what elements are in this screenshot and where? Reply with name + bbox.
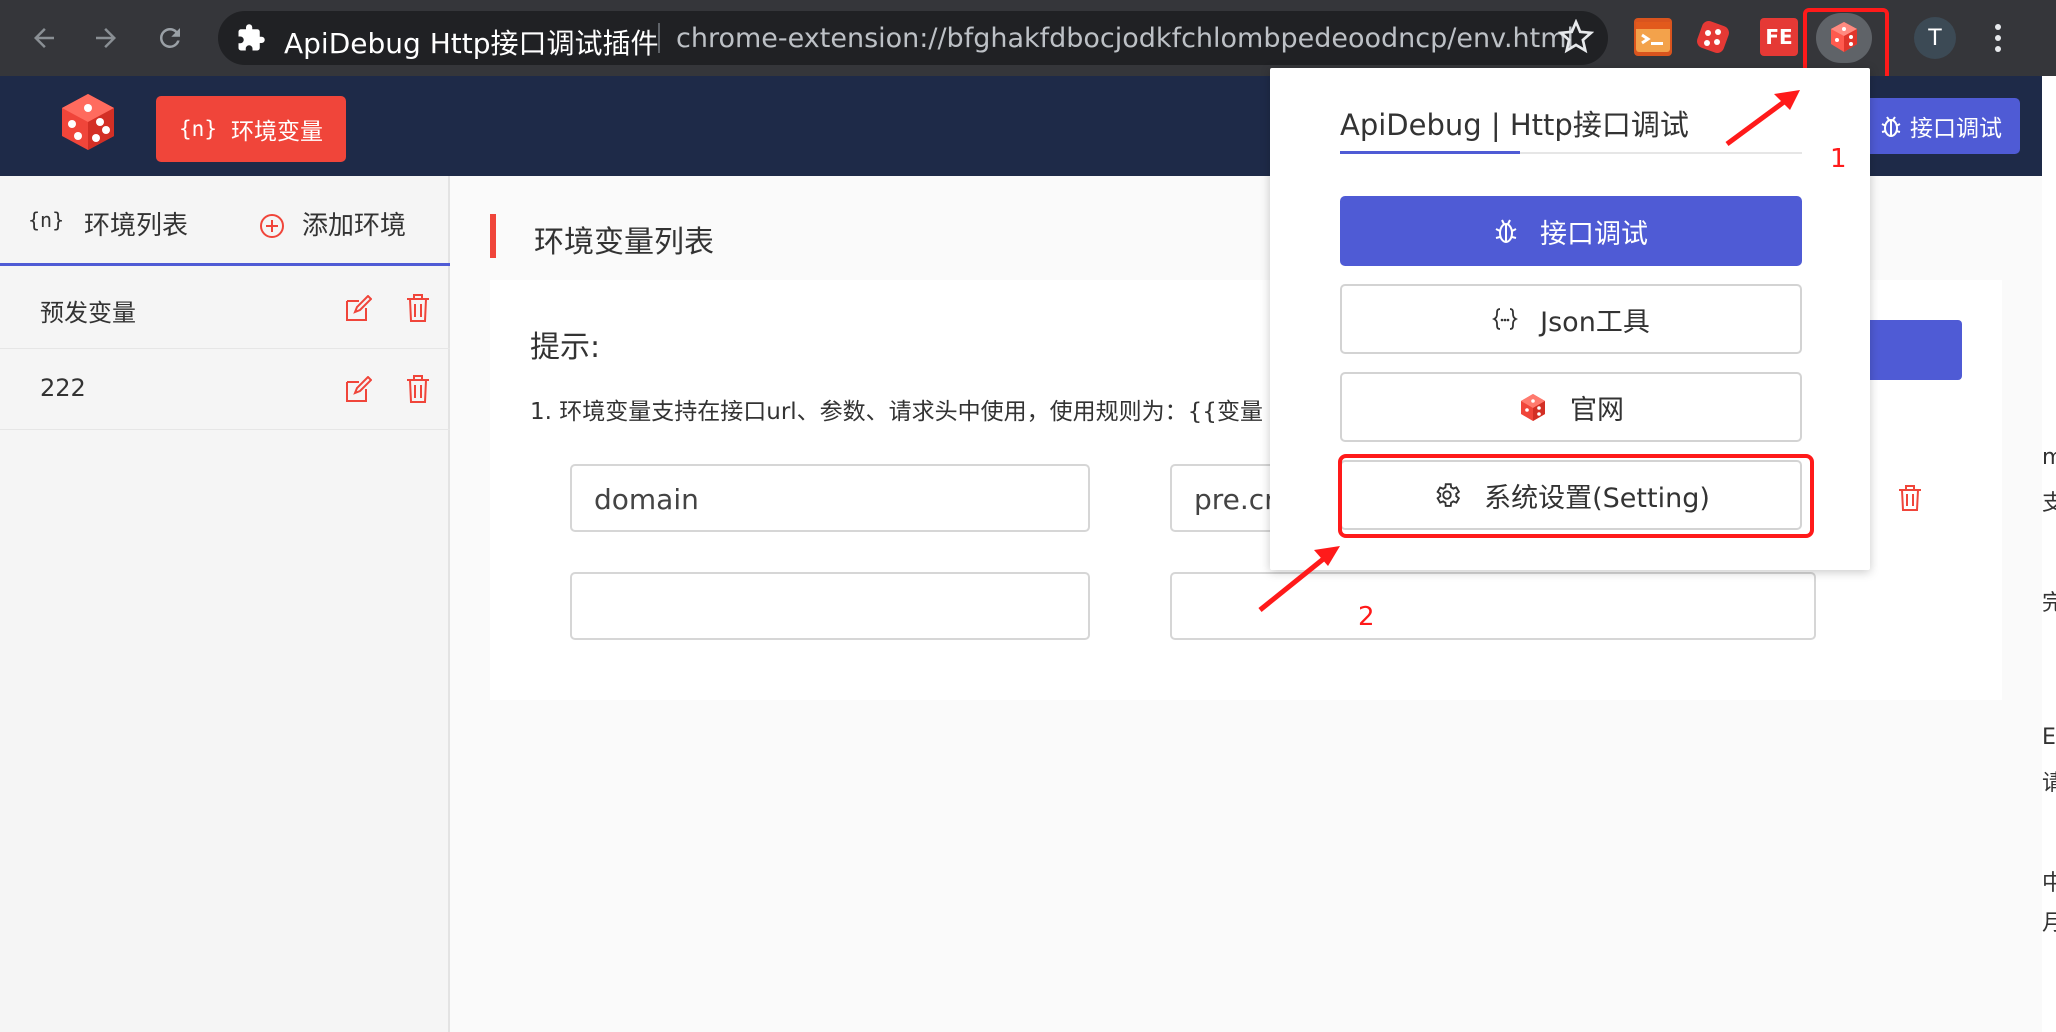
header-debug-label: 接口调试 (1910, 116, 2002, 142)
env-list-item[interactable]: 222 (0, 350, 450, 430)
variable-key-input[interactable]: domain (570, 464, 1090, 532)
popup-debug-button[interactable]: 接口调试 (1340, 196, 1802, 266)
url-text[interactable]: chrome-extension://bfghakfdbocjodkfchlom… (676, 23, 1574, 54)
tip-text: 1. 环境变量支持在接口url、参数、请求头中使用，使用规则为：{{变量 (530, 399, 1263, 425)
env-name: 222 (40, 374, 86, 402)
json-braces-icon (1492, 308, 1519, 330)
env-list-label: 环境列表 (84, 211, 189, 241)
fe-helper-extension-icon[interactable]: FE (1760, 18, 1798, 56)
step2-highlight-box (1338, 454, 1814, 538)
env-list-item[interactable]: 预发变量 (0, 269, 450, 349)
browser-toolbar: ApiDebug Http接口调试插件 chrome-extension://b… (0, 0, 2056, 81)
header-debug-button[interactable]: 接口调试 (1862, 98, 2020, 154)
variable-value-input[interactable] (1170, 572, 1816, 640)
add-circle-icon[interactable] (258, 212, 286, 240)
right-edge-content: m 支 完 E 请 中 月 (2042, 76, 2056, 1032)
add-env-button[interactable]: 添加环境 (302, 205, 406, 242)
cube-icon (1521, 394, 1545, 421)
terminal-extension-icon[interactable] (1634, 18, 1672, 56)
env-tab-label: 环境变量 (230, 119, 323, 145)
popup-title: ApiDebug | Http接口调试 (1340, 108, 1689, 142)
app-logo-icon (62, 94, 114, 150)
forward-icon[interactable] (86, 18, 126, 58)
env-variables-tab[interactable]: {n} 环境变量 (156, 96, 346, 162)
omnibox-separator (658, 23, 660, 53)
edge-text: 完 (2042, 591, 2056, 616)
page-title: ApiDebug Http接口调试插件 (284, 27, 659, 60)
page-heading: 环境变量列表 (534, 225, 714, 260)
edge-text: 支 (2042, 491, 2056, 516)
popup-tab-underline (1340, 151, 1802, 154)
trash-icon[interactable] (406, 293, 430, 323)
step2-number: 2 (1358, 602, 1375, 632)
edge-text: 请 (2042, 771, 2056, 796)
env-icon: {n} (179, 117, 217, 141)
env-sidebar: {n} 环境列表 添加环境 预发变量 222 (0, 176, 450, 1032)
profile-avatar[interactable]: T (1914, 17, 1956, 59)
popup-website-label: 官网 (1570, 394, 1624, 426)
edge-text: m (2042, 445, 2056, 470)
back-icon[interactable] (24, 18, 64, 58)
edge-text: 中 (2042, 871, 2056, 896)
edge-text: 月 (2042, 911, 2056, 936)
bug-icon (1495, 219, 1517, 243)
tip-title: 提示: (530, 330, 601, 365)
variable-key-input[interactable] (570, 572, 1090, 640)
title-accent-bar (490, 214, 496, 258)
bug-icon (1881, 116, 1901, 137)
popup-json-label: Json工具 (1540, 306, 1650, 338)
edit-icon[interactable] (344, 295, 372, 323)
reload-icon[interactable] (150, 18, 190, 58)
popup-json-tool-button[interactable]: Json工具 (1340, 284, 1802, 354)
bookmark-star-icon[interactable] (1558, 19, 1594, 55)
puzzle-icon (238, 24, 265, 51)
env-list-icon: {n} (28, 208, 65, 232)
popup-tab-active-indicator (1340, 151, 1520, 154)
edge-text: E (2042, 725, 2056, 750)
address-bar[interactable]: ApiDebug Http接口调试插件 chrome-extension://b… (218, 11, 1608, 65)
delete-row-icon[interactable] (1898, 484, 1922, 512)
dice-extension-icon[interactable] (1694, 18, 1732, 56)
env-name: 预发变量 (40, 299, 136, 327)
popup-website-button[interactable]: 官网 (1340, 372, 1802, 442)
popup-debug-label: 接口调试 (1540, 218, 1648, 250)
more-menu-icon[interactable] (1986, 18, 2010, 58)
trash-icon[interactable] (406, 374, 430, 404)
sidebar-header: {n} 环境列表 添加环境 (0, 176, 450, 266)
edit-icon[interactable] (344, 376, 372, 404)
step1-number: 1 (1830, 144, 1847, 174)
